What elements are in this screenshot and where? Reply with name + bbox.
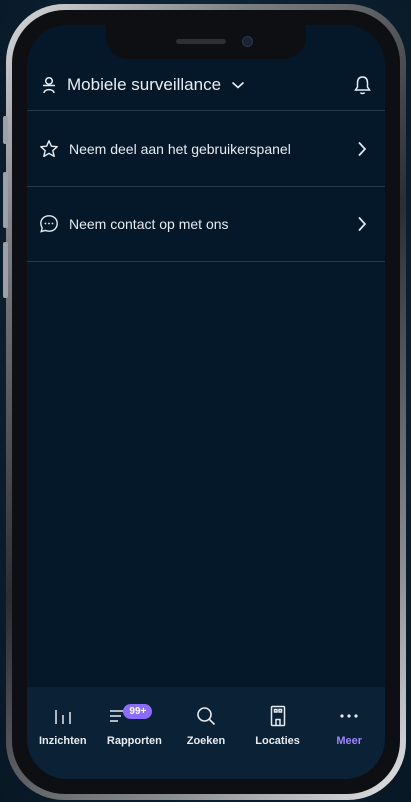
- list-icon: 99+: [109, 703, 159, 729]
- nav-label: Meer: [336, 735, 363, 747]
- nav-item-zoeken[interactable]: Zoeken: [171, 703, 241, 747]
- search-icon: [196, 703, 216, 729]
- nav-label: Rapporten: [106, 735, 162, 747]
- nav-item-meer[interactable]: Meer: [314, 703, 384, 747]
- user-icon[interactable]: [41, 76, 57, 94]
- nav-label: Zoeken: [186, 735, 226, 747]
- chevron-down-icon[interactable]: [231, 80, 245, 90]
- chevron-right-icon: [357, 141, 367, 157]
- nav-item-locaties[interactable]: Locaties: [243, 703, 313, 747]
- list-item-contact[interactable]: Neem contact op met ons: [27, 187, 385, 262]
- bar-chart-icon: [54, 703, 72, 729]
- nav-label: Inzichten: [38, 735, 87, 747]
- chat-bubble-icon: [39, 214, 59, 234]
- notification-badge: 99+: [123, 704, 153, 719]
- more-icon: [339, 703, 359, 729]
- bottom-nav: Inzichten 99+ Rapporten Zoeken Locaties …: [27, 687, 385, 779]
- phone-bezel: Mobiele surveillance Neem deel aan het g…: [12, 10, 400, 794]
- nav-item-inzichten[interactable]: Inzichten: [28, 703, 98, 747]
- list-item-label: Neem deel aan het gebruikerspanel: [69, 141, 291, 157]
- bell-icon[interactable]: [354, 75, 371, 95]
- nav-label: Locaties: [255, 735, 300, 747]
- front-camera: [242, 36, 253, 47]
- building-icon: [270, 703, 286, 729]
- notch: [106, 25, 306, 59]
- chevron-right-icon: [357, 216, 367, 232]
- app-title[interactable]: Mobiele surveillance: [67, 75, 221, 95]
- nav-item-rapporten[interactable]: 99+ Rapporten: [99, 703, 169, 747]
- list-item-user-panel[interactable]: Neem deel aan het gebruikerspanel: [27, 112, 385, 187]
- mute-switch: [3, 116, 8, 144]
- app-header: Mobiele surveillance: [27, 59, 385, 111]
- phone-frame: Mobiele surveillance Neem deel aan het g…: [3, 4, 406, 800]
- speaker: [176, 39, 226, 44]
- volume-down-button: [3, 242, 8, 298]
- list-item-label: Neem contact op met ons: [69, 216, 229, 232]
- star-icon: [39, 139, 59, 159]
- screen: Mobiele surveillance Neem deel aan het g…: [27, 25, 385, 779]
- volume-up-button: [3, 172, 8, 228]
